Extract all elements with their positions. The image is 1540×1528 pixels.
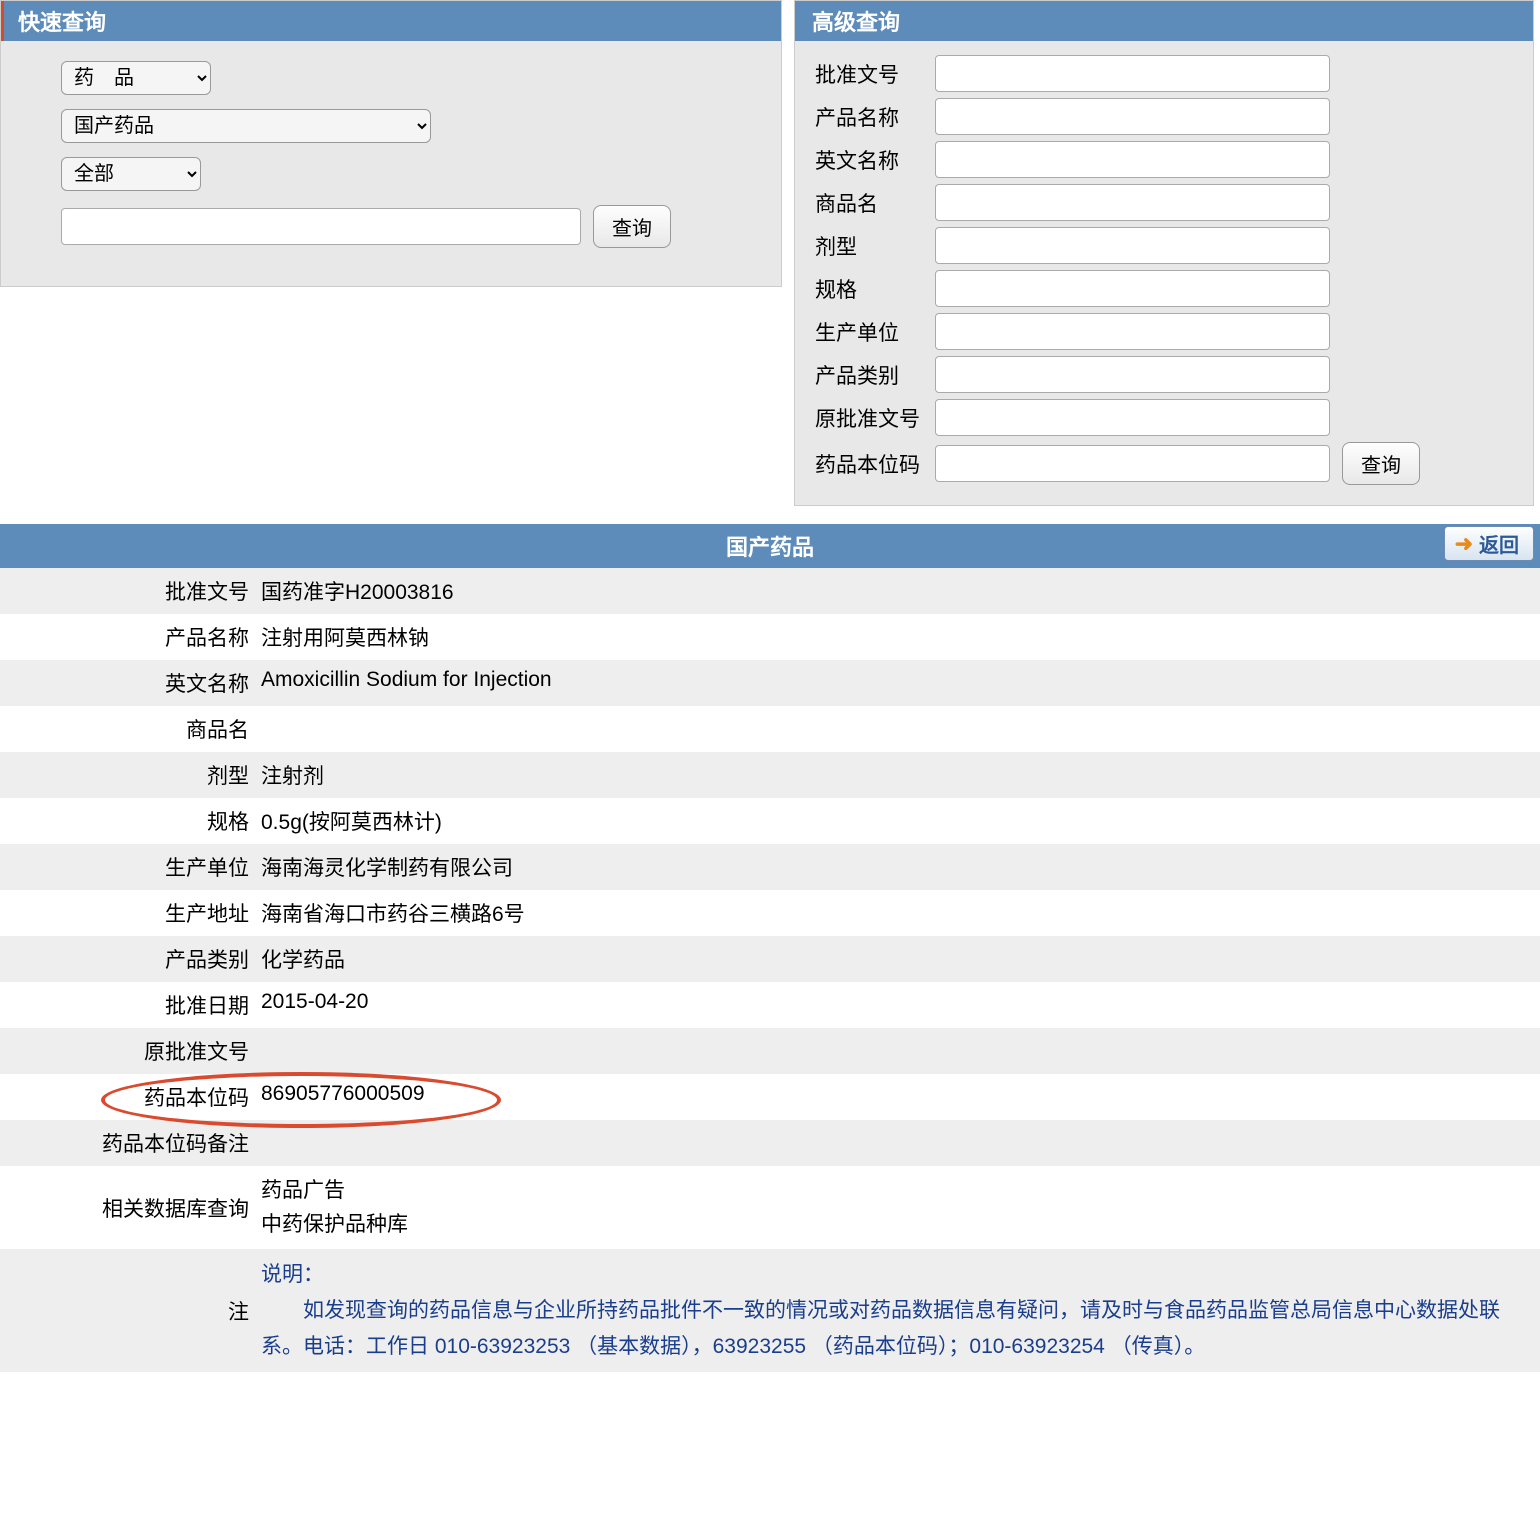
- detail-table: 批准文号国药准字H20003816产品名称注射用阿莫西林钠英文名称Amoxici…: [0, 568, 1540, 1372]
- adv-field-input[interactable]: [935, 55, 1330, 92]
- detail-label: 批准文号: [0, 568, 255, 614]
- table-row: 商品名: [0, 706, 1540, 752]
- category-select[interactable]: 药 品: [61, 61, 211, 95]
- quick-search-button[interactable]: 查询: [593, 205, 671, 248]
- detail-label: 产品名称: [0, 614, 255, 660]
- adv-field-label: 生产单位: [815, 317, 935, 347]
- adv-field-label: 批准文号: [815, 59, 935, 89]
- adv-field-input[interactable]: [935, 445, 1330, 482]
- detail-value: 化学药品: [255, 936, 1540, 982]
- adv-field-input[interactable]: [935, 270, 1330, 307]
- table-row: 批准文号国药准字H20003816: [0, 568, 1540, 614]
- detail-value: Amoxicillin Sodium for Injection: [255, 660, 1540, 706]
- detail-label: 批准日期: [0, 982, 255, 1028]
- detail-value: [255, 1028, 1540, 1074]
- adv-field-input[interactable]: [935, 227, 1330, 264]
- detail-value: 0.5g(按阿莫西林计): [255, 798, 1540, 844]
- table-row: 注说明：如发现查询的药品信息与企业所持药品批件不一致的情况或对药品数据信息有疑问…: [0, 1249, 1540, 1372]
- note-text: 说明：如发现查询的药品信息与企业所持药品批件不一致的情况或对药品数据信息有疑问，…: [255, 1249, 1540, 1372]
- detail-value: [255, 706, 1540, 752]
- detail-label: 商品名: [0, 706, 255, 752]
- adv-field-label: 商品名: [815, 188, 935, 218]
- detail-label: 药品本位码: [0, 1074, 255, 1120]
- detail-label: 剂型: [0, 752, 255, 798]
- adv-field-label: 产品名称: [815, 102, 935, 132]
- adv-field-input[interactable]: [935, 184, 1330, 221]
- detail-value: 注射用阿莫西林钠: [255, 614, 1540, 660]
- advanced-search-title: 高级查询: [795, 1, 1533, 41]
- detail-value: [255, 1120, 1540, 1166]
- arrow-right-icon: ➜: [1455, 531, 1473, 557]
- detail-label: 原批准文号: [0, 1028, 255, 1074]
- adv-field-label: 剂型: [815, 231, 935, 261]
- back-button-label: 返回: [1479, 529, 1519, 558]
- table-row: 药品本位码备注: [0, 1120, 1540, 1166]
- adv-field-label: 原批准文号: [815, 403, 935, 433]
- table-row: 药品本位码86905776000509: [0, 1074, 1540, 1120]
- detail-label: 规格: [0, 798, 255, 844]
- result-title: 国产药品: [726, 535, 814, 560]
- advanced-search-panel: 高级查询 批准文号产品名称英文名称商品名剂型规格生产单位产品类别原批准文号药品本…: [794, 0, 1534, 506]
- detail-value: 2015-04-20: [255, 982, 1540, 1028]
- adv-field-input[interactable]: [935, 98, 1330, 135]
- table-row: 规格0.5g(按阿莫西林计): [0, 798, 1540, 844]
- quick-search-input[interactable]: [61, 208, 581, 245]
- detail-label: 英文名称: [0, 660, 255, 706]
- detail-label: 生产地址: [0, 890, 255, 936]
- advanced-search-button[interactable]: 查询: [1342, 442, 1420, 485]
- table-row: 生产地址海南省海口市药谷三横路6号: [0, 890, 1540, 936]
- detail-value: 国药准字H20003816: [255, 568, 1540, 614]
- table-row: 英文名称Amoxicillin Sodium for Injection: [0, 660, 1540, 706]
- back-button[interactable]: ➜ 返回: [1444, 526, 1534, 561]
- adv-field-input[interactable]: [935, 313, 1330, 350]
- adv-field-label: 英文名称: [815, 145, 935, 175]
- detail-label: 相关数据库查询: [0, 1166, 255, 1249]
- adv-field-input[interactable]: [935, 399, 1330, 436]
- scope-select[interactable]: 全部: [61, 157, 201, 191]
- detail-label: 生产单位: [0, 844, 255, 890]
- table-row: 产品名称注射用阿莫西林钠: [0, 614, 1540, 660]
- adv-field-input[interactable]: [935, 141, 1330, 178]
- detail-label: 药品本位码备注: [0, 1120, 255, 1166]
- table-row: 相关数据库查询药品广告中药保护品种库: [0, 1166, 1540, 1249]
- detail-value: 药品广告中药保护品种库: [255, 1166, 1540, 1249]
- quick-search-panel: 快速查询 药 品 国产药品 全部 查询: [0, 0, 782, 287]
- adv-field-input[interactable]: [935, 356, 1330, 393]
- detail-label: 产品类别: [0, 936, 255, 982]
- detail-value: 86905776000509: [255, 1074, 1540, 1120]
- adv-field-label: 药品本位码: [815, 449, 935, 479]
- table-row: 批准日期2015-04-20: [0, 982, 1540, 1028]
- table-row: 原批准文号: [0, 1028, 1540, 1074]
- adv-field-label: 产品类别: [815, 360, 935, 390]
- type-select[interactable]: 国产药品: [61, 109, 431, 143]
- table-row: 剂型注射剂: [0, 752, 1540, 798]
- result-header: 国产药品 ➜ 返回: [0, 524, 1540, 568]
- adv-field-label: 规格: [815, 274, 935, 304]
- table-row: 生产单位海南海灵化学制药有限公司: [0, 844, 1540, 890]
- detail-label: 注: [0, 1249, 255, 1372]
- table-row: 产品类别化学药品: [0, 936, 1540, 982]
- detail-value: 海南海灵化学制药有限公司: [255, 844, 1540, 890]
- quick-search-title: 快速查询: [1, 1, 781, 41]
- detail-value: 海南省海口市药谷三横路6号: [255, 890, 1540, 936]
- detail-value: 注射剂: [255, 752, 1540, 798]
